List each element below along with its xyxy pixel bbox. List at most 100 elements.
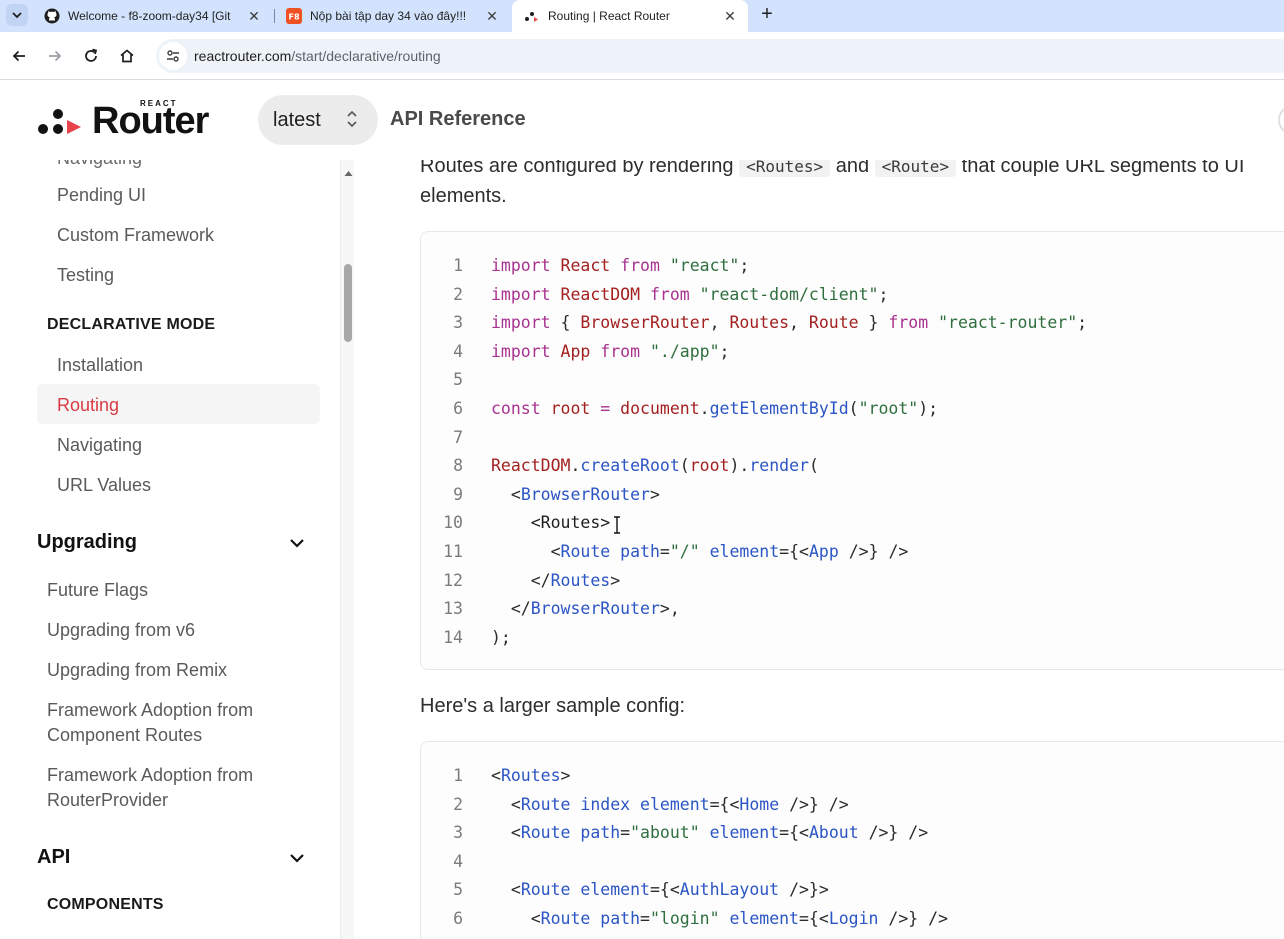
back-icon[interactable] [7,44,31,68]
code-text[interactable]: import { BrowserRouter, Routes, Route } … [491,309,1087,337]
code-token: = [600,399,621,418]
chevron-down-icon[interactable] [287,848,307,868]
api-reference-link[interactable]: API Reference [390,108,526,131]
code-token: = [620,823,631,843]
address-bar[interactable]: reactrouter.com/start/declarative/routin… [156,39,1284,73]
code-token: > [649,484,660,504]
code-token: "react" [669,256,740,275]
code-token: ); [491,627,511,647]
code-token: getElementById [709,399,849,418]
react-router-logo[interactable]: REACT Router [36,99,209,141]
code-token: . [570,456,581,476]
sidebar-section-upgrading[interactable]: Upgrading [37,531,137,554]
svg-text:F8: F8 [289,13,300,22]
line-number: 7 [453,427,463,447]
sidebar-item-installation[interactable]: Installation [57,355,143,376]
sidebar-item-testing[interactable]: Testing [57,265,114,286]
code-text[interactable]: ); [491,624,511,652]
sidebar-item-partial[interactable]: Navigating [57,160,142,169]
sidebar-item-routing[interactable]: Routing [57,395,119,416]
code-token: import [491,313,561,333]
code-token: element [729,909,799,928]
code-token: ={< [799,909,829,928]
sidebar-item-url-values[interactable]: URL Values [57,475,151,496]
scroll-up-arrow-icon[interactable] [344,164,353,182]
tab-search-chevron-icon[interactable] [6,4,28,26]
search-button-edge[interactable] [1278,105,1284,135]
code-text[interactable]: const root = document.getElementById("ro… [491,395,938,423]
code-token: path [620,542,660,561]
chevron-down-icon[interactable] [287,533,307,553]
code-token: BrowserRouter [530,599,660,619]
new-tab-icon[interactable]: + [756,3,778,25]
site-settings-icon[interactable] [159,42,187,70]
line-number: 10 [443,513,463,533]
code-text[interactable]: <Route element={<AuthLayout />}> [491,876,829,904]
browser-tab-github[interactable]: Welcome - f8-zoom-day34 [Git ✕ [32,0,272,32]
code-token: } [868,313,889,333]
code-token: > [610,570,621,590]
code-token: < [491,484,521,504]
code-text[interactable]: </Routes> [491,567,620,595]
forward-icon[interactable] [43,44,67,68]
code-text[interactable]: <Route path="/" element={<App />} /> [491,538,909,566]
code-token: ={< [649,880,680,900]
home-icon[interactable] [115,44,139,68]
code-text[interactable]: ReactDOM.createRoot(root).render( [491,452,819,480]
code-token: Routes [550,570,611,590]
code-text[interactable]: import React from "react"; [491,252,749,280]
browser-tab-react-router[interactable]: Routing | React Router ✕ [512,0,748,32]
close-tab-icon[interactable]: ✕ [720,6,740,26]
code-token: Routes [500,766,561,785]
sidebar-item-upgrading-remix[interactable]: Upgrading from Remix [47,658,227,683]
code-block-larger-config[interactable]: 1 <Routes> 2 <Route index element={<Home /… [420,741,1284,939]
selected-code-token: <Routes> [530,513,611,533]
code-text[interactable]: <Route path="login" element={<Login />} … [491,905,948,933]
code-token: ReactDOM [560,284,650,304]
close-tab-icon[interactable]: ✕ [482,6,502,26]
reload-icon[interactable] [79,44,103,68]
sidebar-item-custom-framework[interactable]: Custom Framework [57,225,214,246]
code-token: render [749,456,809,476]
code-text[interactable]: </BrowserRouter>, [491,595,680,623]
code-text[interactable]: import ReactDOM from "react-dom/client"; [491,281,888,309]
sidebar-item-adoption-router-provider[interactable]: Framework Adoption from RouterProvider [47,763,297,813]
code-token: < [491,766,501,785]
code-token: ; [1077,313,1088,333]
code-text[interactable]: <Routes> [491,509,610,537]
up-down-chevron-icon [346,109,358,135]
sidebar-scrollbar[interactable] [340,160,354,939]
code-token: ; [719,341,730,361]
react-router-icon [524,8,540,24]
sidebar-item-adoption-component-routes[interactable]: Framework Adoption from Component Routes [47,698,297,748]
code-token: ). [729,456,750,476]
scrollbar-thumb[interactable] [344,264,352,342]
code-text[interactable]: <BrowserRouter> [491,481,660,509]
code-text[interactable]: <Routes> [491,762,570,790]
code-text[interactable]: <Route index element={<Home />} /> [491,791,849,819]
sidebar-item-navigating[interactable]: Navigating [57,435,142,456]
close-tab-icon[interactable]: ✕ [244,6,264,26]
url-text: reactrouter.com/start/declarative/routin… [194,48,441,64]
sidebar-item-future-flags[interactable]: Future Flags [47,578,148,603]
code-token: Route [808,313,869,333]
code-text[interactable]: <Route path="about" element={<About />} … [491,819,928,847]
browser-tab-f8[interactable]: F8 Nộp bài tập day 34 vào đây!!! ✕ [274,0,510,32]
line-number: 8 [453,456,463,476]
code-token: />} /> [848,542,909,561]
version-select[interactable]: latest [258,95,378,145]
code-token: />} /> [868,823,929,843]
code-token: root [689,456,730,476]
sidebar-section-api[interactable]: API [37,846,70,869]
code-token: root [550,399,601,418]
sidebar-item-upgrading-v6[interactable]: Upgrading from v6 [47,618,195,643]
sidebar-item-pending-ui[interactable]: Pending UI [57,185,146,206]
code-token: Route [520,880,581,900]
code-block-basic-routing[interactable]: 1 import React from "react"; 2 import React… [420,231,1284,670]
code-token: Routes [729,313,790,333]
code-text[interactable]: import App from "./app"; [491,338,729,366]
code-token: import [491,256,561,275]
version-label: latest [273,108,321,131]
line-number: 2 [453,284,463,304]
line-number: 14 [443,627,463,647]
